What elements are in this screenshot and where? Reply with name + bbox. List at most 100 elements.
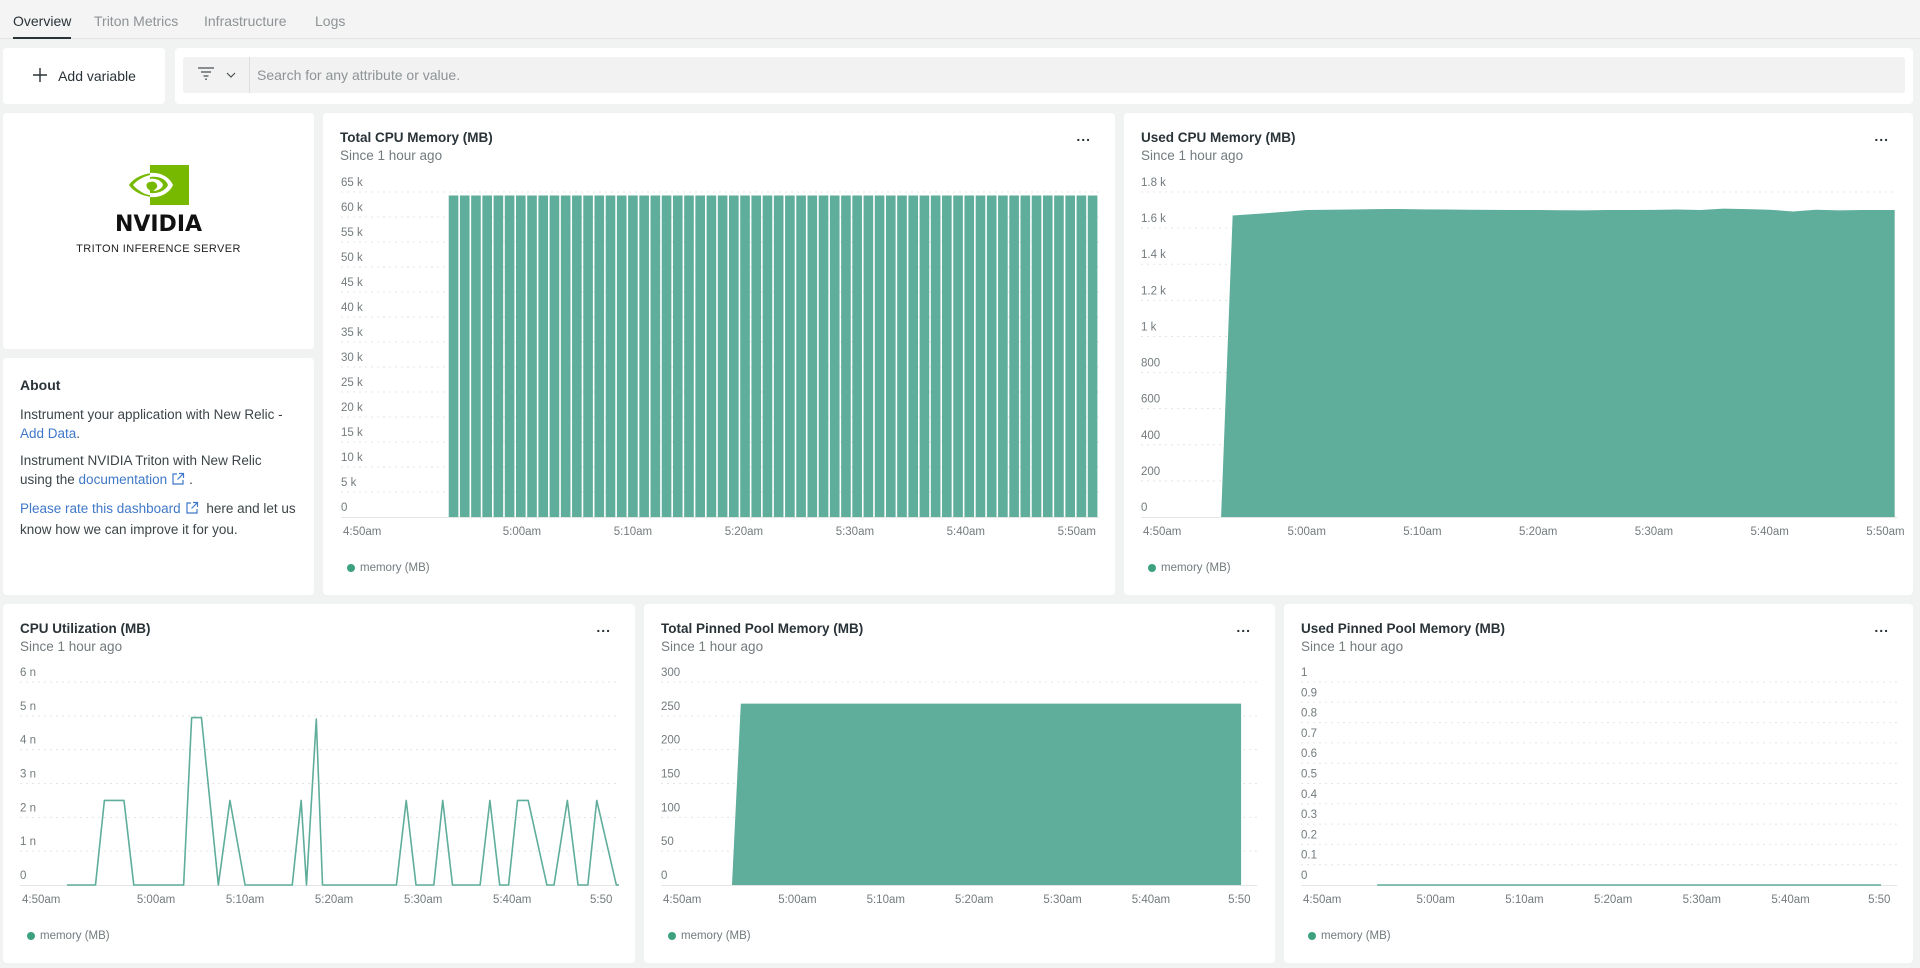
search-input[interactable] bbox=[250, 57, 1905, 93]
add-variable-button[interactable]: Add variable bbox=[3, 48, 165, 104]
chevron-down-icon bbox=[225, 66, 237, 84]
panel-subtitle: Since 1 hour ago bbox=[661, 639, 764, 654]
x-tick-label: 5:50 bbox=[1228, 894, 1250, 906]
bar bbox=[908, 195, 919, 517]
panel-cpu-utilization: 0 1 n 2 n 3 n 4 n 5 n 6 n 4:50am 5:00am 5:10am 5:2… bbox=[3, 604, 635, 963]
y-tick-label: 40 k bbox=[341, 302, 363, 314]
rate-dashboard-link[interactable]: Please rate this dashboard bbox=[20, 501, 181, 516]
more-options-icon[interactable]: ... bbox=[1874, 620, 1889, 634]
y-tick-label: 60 k bbox=[341, 202, 363, 214]
nvidia-wordmark: NVIDIA bbox=[114, 212, 203, 237]
legend-item[interactable]: memory (MB) bbox=[347, 562, 430, 574]
bar bbox=[975, 195, 986, 517]
legend-item[interactable]: memory (MB) bbox=[668, 930, 751, 942]
bar bbox=[1009, 195, 1019, 517]
bar bbox=[740, 195, 750, 517]
legend-item[interactable]: memory (MB) bbox=[27, 930, 110, 942]
bar bbox=[594, 195, 605, 517]
bar bbox=[661, 195, 672, 517]
more-options-icon[interactable]: ... bbox=[1236, 620, 1251, 634]
bar bbox=[930, 195, 941, 517]
filter-dropdown[interactable] bbox=[183, 57, 250, 93]
add-variable-label: Add variable bbox=[58, 68, 136, 84]
bar bbox=[549, 195, 560, 517]
y-tick-label: 0.6 bbox=[1301, 748, 1317, 760]
about-paragraph-2: Instrument NVIDIA Triton with New Relic … bbox=[20, 451, 297, 491]
bar bbox=[897, 195, 907, 517]
y-tick-label: 0 bbox=[661, 870, 667, 882]
add-data-link[interactable]: Add Data bbox=[20, 426, 76, 441]
bar bbox=[986, 195, 997, 517]
tab-infrastructure[interactable]: Infrastructure bbox=[204, 13, 286, 39]
y-tick-label: 50 bbox=[661, 836, 674, 848]
legend-item[interactable]: memory (MB) bbox=[1148, 562, 1231, 574]
tab-overview[interactable]: Overview bbox=[13, 13, 72, 39]
x-tick-label: 5:20am bbox=[1594, 894, 1632, 906]
tab-logs[interactable]: Logs bbox=[315, 13, 345, 39]
x-tick-label: 5:20am bbox=[315, 894, 353, 906]
y-tick-label: 100 bbox=[661, 802, 680, 814]
panel-subtitle: Since 1 hour ago bbox=[340, 148, 443, 163]
y-tick-label: 600 bbox=[1141, 394, 1160, 406]
documentation-link[interactable]: documentation bbox=[79, 472, 168, 487]
panel-title: Total CPU Memory (MB) bbox=[340, 130, 493, 145]
y-tick-label: 0.3 bbox=[1301, 809, 1317, 821]
bar bbox=[515, 195, 526, 517]
bar bbox=[560, 195, 571, 517]
x-tick-label: 5:40am bbox=[1751, 526, 1789, 538]
bar bbox=[807, 195, 818, 517]
bar bbox=[964, 195, 975, 517]
x-tick-label: 4:50am bbox=[1303, 894, 1341, 906]
y-tick-label: 15 k bbox=[341, 427, 363, 439]
more-options-icon[interactable]: ... bbox=[1874, 129, 1889, 143]
nvidia-eye-logo-icon bbox=[128, 165, 189, 210]
x-tick-label: 5:30am bbox=[1635, 526, 1673, 538]
more-options-icon[interactable]: ... bbox=[1076, 129, 1091, 143]
y-tick-label: 200 bbox=[1141, 466, 1160, 478]
bar bbox=[448, 195, 459, 517]
logo-card: NVIDIA TRITON INFERENCE SERVER bbox=[3, 113, 314, 349]
y-tick-label: 20 k bbox=[341, 402, 363, 414]
legend-dot bbox=[347, 564, 355, 572]
x-tick-label: 5:00am bbox=[503, 526, 541, 538]
x-tick-label: 5:10am bbox=[1505, 894, 1543, 906]
y-tick-label: 0 bbox=[1301, 870, 1307, 882]
bar bbox=[1065, 195, 1075, 517]
y-tick-label: 10 k bbox=[341, 452, 363, 464]
bar bbox=[762, 195, 773, 517]
bar bbox=[572, 195, 582, 517]
bar bbox=[729, 195, 739, 517]
bar bbox=[538, 195, 549, 517]
y-tick-label: 0 bbox=[20, 870, 26, 882]
x-tick-label: 5:40am bbox=[1132, 894, 1170, 906]
bar bbox=[841, 195, 851, 517]
bar bbox=[1054, 195, 1064, 517]
bar bbox=[583, 195, 593, 517]
bar bbox=[1042, 195, 1053, 517]
bar bbox=[773, 195, 784, 517]
x-tick-label: 4:50am bbox=[663, 894, 701, 906]
y-tick-label: 50 k bbox=[341, 252, 363, 264]
bar bbox=[616, 195, 627, 517]
legend-item[interactable]: memory (MB) bbox=[1308, 930, 1391, 942]
cpu-utilization-chart: 0 1 n 2 n 3 n 4 n 5 n 6 n 4:50am 5:00am 5:10am 5:2… bbox=[20, 667, 619, 906]
more-options-icon[interactable]: ... bbox=[596, 620, 611, 634]
y-tick-label: 4 n bbox=[20, 735, 36, 747]
x-tick-label: 5:10am bbox=[226, 894, 264, 906]
area-series bbox=[1221, 208, 1895, 517]
about-paragraph-1: Instrument your application with New Rel… bbox=[20, 407, 283, 441]
y-tick-label: 400 bbox=[1141, 430, 1160, 442]
x-tick-label: 5:50am bbox=[1866, 526, 1904, 538]
used-pinned-pool-chart: 0 0.1 0.2 0.3 0.4 0.5 0.6 0.7 0.8 0.9 1 4:50am 5:00a… bbox=[1301, 667, 1897, 906]
bar bbox=[684, 195, 694, 517]
bar bbox=[717, 195, 728, 517]
panel-used-pinned-pool-memory: 0 0.1 0.2 0.3 0.4 0.5 0.6 0.7 0.8 0.9 1 4:50am 5:00a… bbox=[1284, 604, 1913, 963]
y-tick-label: 1 n bbox=[20, 836, 36, 848]
legend-dot bbox=[1148, 564, 1156, 572]
legend-dot bbox=[1308, 932, 1316, 940]
about-paragraph-3: Please rate this dashboard here and let … bbox=[20, 501, 296, 537]
x-tick-label: 4:50am bbox=[343, 526, 381, 538]
panel-total-pinned-pool-memory: 0 50 100 150 200 250 300 4:50am 5:00am 5:10am 5:20… bbox=[644, 604, 1275, 963]
x-tick-label: 5:10am bbox=[1403, 526, 1441, 538]
tab-triton-metrics[interactable]: Triton Metrics bbox=[94, 13, 178, 39]
